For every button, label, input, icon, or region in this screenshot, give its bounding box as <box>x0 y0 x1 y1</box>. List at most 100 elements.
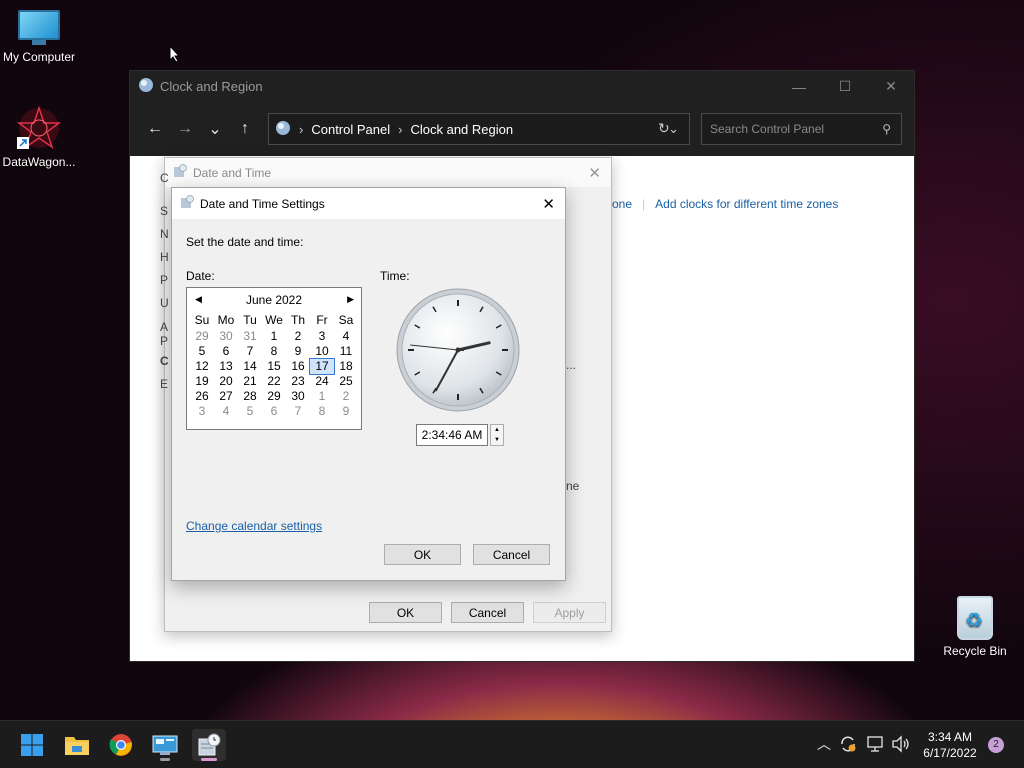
back-button[interactable]: ← <box>140 120 170 138</box>
calendar-day[interactable]: 5 <box>238 404 262 419</box>
calendar-day[interactable]: 6 <box>262 404 286 419</box>
breadcrumb-control-panel[interactable]: Control Panel <box>311 122 390 137</box>
cancel-button[interactable]: Cancel <box>473 544 550 565</box>
desktop-icon-label: Recycle Bin <box>943 644 1007 658</box>
network-icon[interactable] <box>866 735 886 756</box>
calendar-day[interactable]: 16 <box>286 359 310 374</box>
task-links: zone | Add clocks for different time zon… <box>606 197 838 211</box>
calendar-day[interactable]: 12 <box>190 359 214 374</box>
close-icon[interactable]: ✕ <box>588 164 601 182</box>
calendar-day[interactable]: 6 <box>214 344 238 359</box>
add-clocks-link[interactable]: Add clocks for different time zones <box>655 197 838 211</box>
calendar-month[interactable]: June 2022 <box>246 293 302 307</box>
dialog-title: Date and Time <box>193 165 272 180</box>
calendar-day[interactable]: 24 <box>310 374 334 389</box>
background-text: C <box>160 171 169 185</box>
calendar-day[interactable]: 11 <box>334 344 358 359</box>
calendar-day[interactable]: 25 <box>334 374 358 389</box>
computer-icon <box>18 10 60 46</box>
calendar-day[interactable]: 5 <box>190 344 214 359</box>
calendar-day[interactable]: 29 <box>190 329 214 344</box>
calendar-day[interactable]: 31 <box>238 329 262 344</box>
taskbar-control-panel[interactable] <box>148 729 182 761</box>
calendar-day[interactable]: 3 <box>310 329 334 344</box>
calendar-day[interactable]: 19 <box>190 374 214 389</box>
address-bar[interactable]: › Control Panel › Clock and Region ⌄ <box>268 113 690 145</box>
spin-down-icon[interactable]: ▼ <box>494 437 500 443</box>
notification-badge[interactable]: 2 <box>988 737 1004 753</box>
close-icon[interactable]: ✕ <box>542 195 555 213</box>
mouse-cursor-icon <box>169 45 181 63</box>
change-calendar-settings-link[interactable]: Change calendar settings <box>186 519 322 533</box>
forward-button[interactable]: → <box>170 120 200 138</box>
taskbar-chrome[interactable] <box>104 729 138 761</box>
search-input[interactable]: Search Control Panel ⚲ <box>701 113 902 145</box>
breadcrumb-clock-and-region[interactable]: Clock and Region <box>410 122 513 137</box>
calendar-day[interactable]: 13 <box>214 359 238 374</box>
refresh-icon[interactable]: ↻ <box>658 120 670 137</box>
taskbar-date-time[interactable] <box>192 729 226 761</box>
desktop-icon-datawagon[interactable]: DataWagon... <box>0 105 79 169</box>
ok-button[interactable]: OK <box>384 544 461 565</box>
calendar-day[interactable]: 30 <box>286 389 310 404</box>
sync-icon[interactable] <box>839 735 857 756</box>
cancel-button[interactable]: Cancel <box>451 602 524 623</box>
chevron-up-icon[interactable]: ︿ <box>817 734 831 754</box>
spin-up-icon[interactable]: ▲ <box>494 427 500 433</box>
calendar-day[interactable]: 27 <box>214 389 238 404</box>
calendar-day[interactable]: 28 <box>238 389 262 404</box>
start-button[interactable] <box>15 729 49 761</box>
time-field[interactable]: 2:34:46 AM <box>416 424 488 446</box>
calendar-day[interactable]: 18 <box>334 359 358 374</box>
calendar-day[interactable]: 7 <box>286 404 310 419</box>
calendar-day[interactable]: 4 <box>214 404 238 419</box>
maximize-button[interactable]: ☐ <box>822 71 868 102</box>
weekday-header: Fr <box>316 313 328 327</box>
background-text: P <box>160 334 169 348</box>
calendar-day[interactable]: 22 <box>262 374 286 389</box>
date-time-icon <box>180 195 194 212</box>
minimize-button[interactable]: — <box>776 71 822 102</box>
up-button[interactable]: ↑ <box>230 120 260 138</box>
window-titlebar: Clock and Region — ☐ ✕ <box>130 71 914 102</box>
close-button[interactable]: ✕ <box>868 71 914 102</box>
calendar-day-selected[interactable]: 17 <box>309 358 335 375</box>
calendar-day[interactable]: 1 <box>262 329 286 344</box>
calendar-day[interactable]: 26 <box>190 389 214 404</box>
calendar-day[interactable]: 15 <box>262 359 286 374</box>
desktop-icon-my-computer[interactable]: My Computer <box>0 10 79 64</box>
background-text: P <box>160 273 169 287</box>
background-text: ne <box>566 479 580 493</box>
calendar-day[interactable]: 29 <box>262 389 286 404</box>
calendar-day[interactable]: 30 <box>214 329 238 344</box>
next-month-icon[interactable]: ▶ <box>347 294 354 305</box>
volume-icon[interactable] <box>891 735 911 756</box>
dialog-buttons: OK Cancel Apply <box>369 602 606 623</box>
calendar-day[interactable]: 14 <box>238 359 262 374</box>
taskbar-clock[interactable]: 3:34 AM 6/17/2022 <box>918 729 982 761</box>
shortcut-icon <box>16 105 62 151</box>
calendar-day[interactable]: 2 <box>334 389 358 404</box>
calendar-day[interactable]: 8 <box>310 404 334 419</box>
calendar-day[interactable]: 20 <box>214 374 238 389</box>
calendar-day[interactable]: 9 <box>286 344 310 359</box>
calendar-day[interactable]: 9 <box>334 404 358 419</box>
background-text: U <box>160 296 169 310</box>
calendar-day[interactable]: 21 <box>238 374 262 389</box>
calendar-day[interactable]: 23 <box>286 374 310 389</box>
previous-month-icon[interactable]: ◀ <box>195 294 202 305</box>
ok-button[interactable]: OK <box>369 602 442 623</box>
taskbar-file-explorer[interactable] <box>60 729 94 761</box>
calendar-day[interactable]: 2 <box>286 329 310 344</box>
recent-locations-button[interactable]: ⌄ <box>200 119 230 139</box>
calendar-day[interactable]: 8 <box>262 344 286 359</box>
calendar-day[interactable]: 10 <box>310 344 334 359</box>
time-spinner[interactable]: ▲ ▼ <box>490 424 504 446</box>
calendar-day[interactable]: 4 <box>334 329 358 344</box>
calendar-day[interactable]: 3 <box>190 404 214 419</box>
desktop-icon-recycle-bin[interactable]: ♻ Recycle Bin <box>935 596 1015 658</box>
background-text: H <box>160 250 169 264</box>
clock-date: 6/17/2022 <box>923 746 977 760</box>
calendar-day[interactable]: 7 <box>238 344 262 359</box>
calendar-day[interactable]: 1 <box>310 389 334 404</box>
